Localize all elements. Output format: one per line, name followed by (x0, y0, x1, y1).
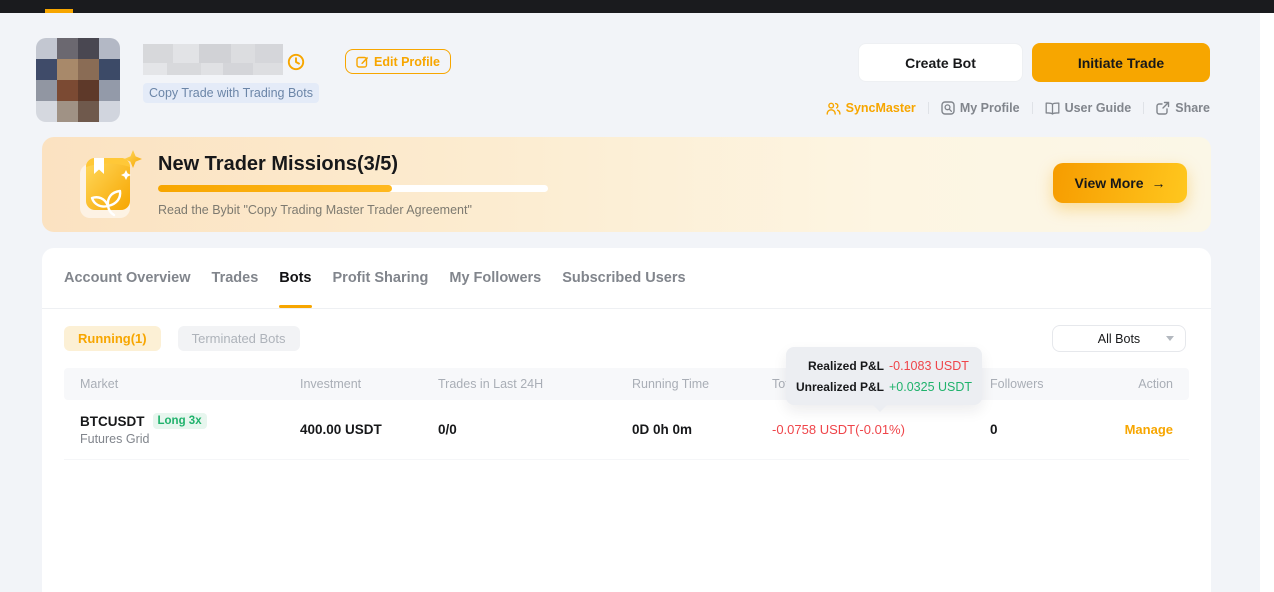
table-row: BTCUSDT Long 3x Futures Grid 400.00 USDT… (64, 400, 1189, 460)
divider (1032, 102, 1033, 114)
scrollbar-gutter (1260, 13, 1274, 592)
col-investment: Investment (300, 377, 438, 391)
arrow-right-icon: → (1152, 175, 1166, 191)
all-bots-dropdown[interactable]: All Bots (1052, 325, 1186, 352)
trader-content-card: Account Overview Trades Bots Profit Shar… (42, 248, 1211, 592)
header-links: SyncMaster My Profile User Guide (826, 101, 1210, 115)
book-icon (1045, 102, 1060, 115)
sync-master-link[interactable]: SyncMaster (826, 101, 916, 115)
share-icon (1156, 101, 1170, 115)
tab-subscribed-users[interactable]: Subscribed Users (562, 248, 685, 308)
position-tag: Long 3x (153, 413, 207, 429)
col-running-time: Running Time (632, 377, 772, 391)
share-link[interactable]: Share (1156, 101, 1210, 115)
view-more-button[interactable]: View More → (1053, 163, 1187, 203)
col-followers: Followers (990, 377, 1124, 391)
running-filter-chip[interactable]: Running(1) (64, 326, 161, 351)
clock-icon (287, 53, 305, 71)
col-action: Action (1124, 377, 1173, 391)
missions-progress-bar (158, 185, 548, 192)
bot-status-filters: Running(1) Terminated Bots (64, 326, 300, 351)
edit-profile-button[interactable]: Edit Profile (345, 49, 451, 74)
copy-trade-badge: Copy Trade with Trading Bots (143, 83, 319, 103)
edit-icon (356, 55, 369, 68)
missions-book-icon (78, 150, 144, 222)
divider (1143, 102, 1144, 114)
running-time-cell: 0D 0h 0m (632, 422, 772, 437)
tab-account-overview[interactable]: Account Overview (64, 248, 191, 308)
chevron-down-icon (1166, 336, 1174, 341)
realized-pnl-value: -0.1083 USDT (889, 359, 969, 373)
tab-bar: Account Overview Trades Bots Profit Shar… (64, 248, 686, 308)
unrealized-pnl-value: +0.0325 USDT (889, 380, 972, 394)
avatar (36, 38, 120, 122)
initiate-trade-button[interactable]: Initiate Trade (1032, 43, 1210, 82)
missions-title: New Trader Missions(3/5) (158, 153, 398, 176)
user-guide-link[interactable]: User Guide (1045, 101, 1132, 115)
table-header: Market Investment Trades in Last 24H Run… (64, 368, 1189, 400)
new-trader-missions-banner: New Trader Missions(3/5) Read the Bybit … (42, 137, 1211, 232)
browser-top-strip (0, 0, 1274, 13)
total-pnl-cell: -0.0758 USDT(-0.01%) (772, 422, 990, 437)
divider (928, 102, 929, 114)
bot-type: Futures Grid (80, 432, 300, 446)
tab-bots[interactable]: Bots (279, 248, 311, 308)
profile-preview-icon (941, 101, 955, 115)
col-trades-24h: Trades in Last 24H (438, 377, 632, 391)
realized-pnl-label: Realized P&L (792, 359, 884, 373)
followers-cell: 0 (990, 422, 1124, 437)
username-blurred (143, 44, 283, 75)
terminated-bots-filter-chip[interactable]: Terminated Bots (178, 326, 300, 351)
manage-link[interactable]: Manage (1124, 422, 1173, 437)
create-bot-button[interactable]: Create Bot (858, 43, 1023, 82)
missions-progress-fill (158, 185, 392, 192)
pnl-tooltip: Realized P&L -0.1083 USDT Unrealized P&L… (786, 347, 982, 405)
sync-master-icon (826, 102, 841, 115)
tab-profit-sharing[interactable]: Profit Sharing (333, 248, 429, 308)
trades-24h-cell: 0/0 (438, 422, 632, 437)
unrealized-pnl-label: Unrealized P&L (792, 380, 884, 394)
missions-subtitle: Read the Bybit "Copy Trading Master Trad… (158, 203, 472, 217)
tab-my-followers[interactable]: My Followers (449, 248, 541, 308)
market-cell: BTCUSDT Long 3x Futures Grid (80, 413, 300, 446)
col-market: Market (80, 377, 300, 391)
market-symbol: BTCUSDT (80, 414, 145, 429)
investment-cell: 400.00 USDT (300, 422, 438, 437)
tabs-divider (42, 308, 1211, 309)
my-profile-link[interactable]: My Profile (941, 101, 1020, 115)
tab-trades[interactable]: Trades (212, 248, 259, 308)
